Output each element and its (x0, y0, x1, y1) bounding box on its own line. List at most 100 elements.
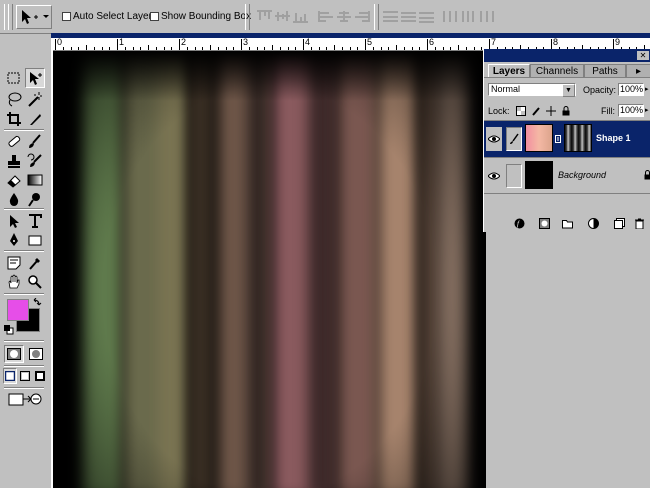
lasso-icon (8, 92, 22, 107)
distribute-bottom-edges-icon[interactable] (418, 10, 435, 23)
distribute-left-edges-icon[interactable] (442, 10, 459, 23)
slice-tool[interactable] (25, 109, 45, 129)
layer-name[interactable]: Shape 1 (596, 133, 631, 143)
rect-marquee-icon (7, 72, 20, 84)
crop-tool[interactable] (4, 109, 24, 129)
opacity-slider-arrow-icon[interactable]: ▸ (645, 83, 650, 96)
tool-preset-picker[interactable] (16, 5, 52, 29)
lock-label: Lock: (488, 106, 510, 116)
tab-channels[interactable]: Channels (530, 64, 584, 77)
ruler-minor-tick (334, 45, 335, 50)
lock-position-icon[interactable] (546, 106, 556, 116)
blur-tool[interactable] (4, 189, 24, 209)
ruler-minor-tick (186, 47, 188, 50)
layer-name[interactable]: Background (558, 170, 606, 180)
layer-style-button[interactable]: f (514, 218, 525, 229)
clone-stamp-tool[interactable] (4, 151, 24, 171)
screen-mode-standard-icon (5, 371, 15, 381)
eyedropper-tool[interactable] (25, 253, 45, 273)
palette-close-button[interactable]: ✕ (637, 51, 649, 60)
healing-brush-tool[interactable] (4, 131, 24, 151)
magic-wand-tool[interactable] (25, 89, 45, 109)
distribute-right-edges-icon[interactable] (478, 10, 495, 23)
quick-mask-mode-button[interactable] (26, 345, 46, 363)
layer-vector-mask-thumbnail[interactable] (564, 124, 592, 152)
distribute-top-edges-icon[interactable] (382, 10, 399, 23)
options-bar-grip-2[interactable] (8, 4, 13, 30)
layer-row-background[interactable]: Background (484, 157, 650, 193)
layer-edit-indicator[interactable] (506, 164, 522, 188)
layer-edit-indicator[interactable] (506, 127, 522, 151)
lock-all-icon[interactable] (561, 106, 571, 116)
pen-tool[interactable] (4, 230, 24, 250)
fill-slider-arrow-icon[interactable]: ▸ (645, 104, 650, 117)
toolbox-separator (4, 340, 44, 342)
palette-menu-button[interactable]: ▸ (626, 64, 650, 77)
standard-mode-button[interactable] (4, 345, 24, 363)
align-bottom-edges-icon[interactable] (292, 10, 309, 23)
type-tool[interactable] (25, 211, 45, 231)
new-layer-set-button[interactable] (562, 218, 573, 229)
tab-layers[interactable]: Layers (488, 64, 530, 77)
toolbox-separator (4, 387, 44, 389)
show-bounding-box-checkbox[interactable] (150, 12, 159, 21)
align-vertical-centers-icon[interactable] (274, 10, 291, 23)
lasso-tool[interactable] (4, 89, 24, 109)
gradient-tool[interactable] (25, 170, 45, 190)
layer-style-icon: f (514, 218, 525, 229)
layer-thumbnail[interactable] (525, 124, 553, 152)
notes-tool[interactable] (4, 253, 24, 273)
ruler-minor-tick (248, 47, 250, 50)
distribute-vertical-centers-icon[interactable] (400, 10, 417, 23)
fill-input[interactable]: 100% (618, 104, 644, 117)
path-selection-tool[interactable] (4, 211, 24, 231)
brush-icon (29, 134, 41, 148)
blend-mode-select[interactable]: Normal ▼ (488, 83, 576, 97)
add-layer-mask-button[interactable] (539, 218, 550, 229)
standard-screen-mode-button[interactable] (3, 368, 17, 384)
layer-thumbnail[interactable] (525, 161, 553, 189)
tab-paths[interactable]: Paths (584, 64, 626, 77)
ruler-major-tick (365, 39, 366, 50)
layer-link-icon[interactable] (555, 134, 561, 143)
align-horizontal-centers-icon[interactable] (336, 10, 353, 23)
layer-visibility-toggle[interactable] (486, 127, 502, 151)
layer-visibility-toggle[interactable] (486, 164, 502, 188)
lock-transparency-icon[interactable] (516, 106, 526, 116)
new-layer-button[interactable] (614, 218, 625, 229)
opacity-input[interactable]: 100% (618, 83, 644, 96)
lock-image-pixels-icon[interactable] (531, 106, 541, 116)
jump-to-imageready-button[interactable] (6, 390, 44, 410)
new-adjustment-layer-button[interactable] (588, 218, 599, 229)
document-canvas[interactable] (53, 51, 486, 488)
default-colors-icon[interactable] (4, 325, 14, 335)
full-screen-mode-button[interactable] (33, 368, 47, 384)
dodge-tool[interactable] (25, 189, 45, 209)
auto-select-layer-checkbox[interactable] (62, 12, 71, 21)
layers-palette-footer: f (484, 215, 650, 232)
palette-title-bar[interactable]: ✕ (484, 49, 650, 62)
ruler-minor-tick (202, 47, 204, 50)
distribute-horizontal-centers-icon[interactable] (460, 10, 477, 23)
magic-wand-icon (28, 92, 42, 107)
rectangle-tool[interactable] (25, 230, 45, 250)
zoom-tool[interactable] (25, 272, 45, 292)
ruler-number: 5 (367, 38, 373, 47)
hand-tool[interactable] (4, 272, 24, 292)
hand-icon (8, 274, 20, 289)
move-arrow-icon (30, 72, 42, 85)
marquee-tool[interactable] (4, 68, 24, 88)
layer-row-shape-1[interactable]: Shape 1 (484, 121, 650, 157)
full-screen-menu-mode-button[interactable] (18, 368, 32, 384)
brush-tool[interactable] (25, 131, 45, 151)
ruler-number: 0 (57, 38, 63, 47)
align-right-edges-icon[interactable] (354, 10, 371, 23)
swap-colors-icon[interactable] (32, 297, 42, 307)
align-left-edges-icon[interactable] (318, 10, 335, 23)
align-top-edges-icon[interactable] (256, 10, 273, 23)
history-brush-tool[interactable] (25, 151, 45, 171)
move-tool[interactable] (25, 68, 45, 88)
eraser-tool[interactable] (4, 170, 24, 190)
delete-layer-button[interactable] (634, 218, 645, 230)
foreground-color-swatch[interactable] (7, 299, 29, 321)
